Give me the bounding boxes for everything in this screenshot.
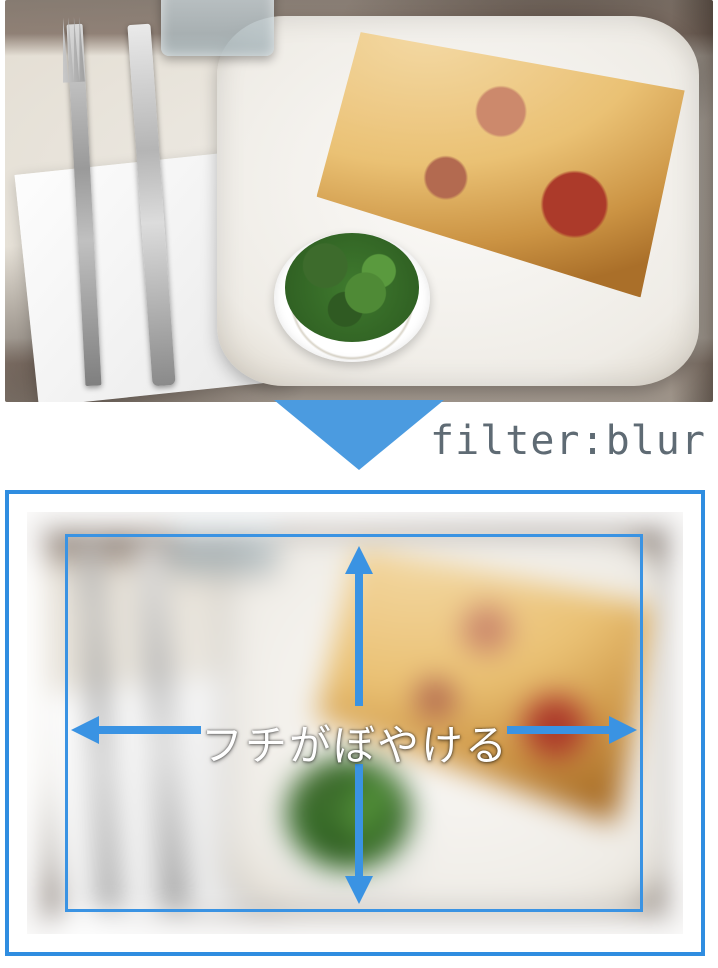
original-photo bbox=[5, 0, 713, 402]
diagram-stage: filter:blur bbox=[0, 0, 718, 968]
filter-code-label: filter:blur bbox=[430, 418, 706, 464]
down-arrow-icon bbox=[274, 400, 444, 470]
blur-result-frame: フチがぼやける bbox=[5, 490, 705, 956]
blurred-photo bbox=[27, 512, 683, 934]
